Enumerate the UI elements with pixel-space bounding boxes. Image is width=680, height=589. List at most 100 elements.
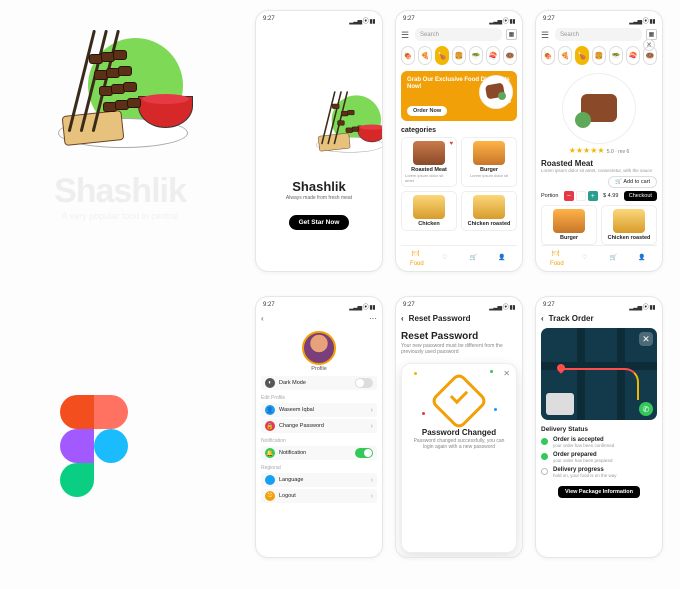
row-language[interactable]: 🌐Language› <box>261 473 377 487</box>
map-close-icon[interactable]: ✕ <box>639 332 653 346</box>
order-now-button[interactable]: Order Now <box>407 106 447 116</box>
chip[interactable]: 🍖 <box>401 46 415 65</box>
screen-home: 9:27▂▃▅ ⦿ ▮▮ ☰ Search ▦ 🍖 🍕 🍗 🍔 🥗 🍣 🍩 Gr… <box>395 10 523 272</box>
chip[interactable]: 🥗 <box>469 46 483 65</box>
tab-profile[interactable]: 👤 <box>638 254 648 264</box>
chevron-icon: › <box>371 407 373 414</box>
category-card[interactable]: BurgerLorem ipsum dolor sit <box>461 137 517 187</box>
row-name[interactable]: 👤Waseem Iqbal› <box>261 403 377 417</box>
tab-profile[interactable]: 👤 <box>498 254 508 264</box>
close-icon[interactable]: ✕ <box>503 369 510 378</box>
back-icon[interactable]: ‹ <box>261 314 264 323</box>
screen-splash: 9:27 ▂▃▅ ⦿ ▮▮ Shashlik Always made from f… <box>255 10 383 272</box>
tab-fav[interactable]: ♡ <box>442 254 452 264</box>
splash-illustration <box>303 85 383 163</box>
rider-thumbnail[interactable] <box>546 393 574 415</box>
ghost-subtitle: A very popular food in central <box>20 211 220 221</box>
portion-label: Portion <box>541 193 558 199</box>
chevron-icon: › <box>371 423 373 430</box>
ghost-title: Shashlik <box>20 172 220 211</box>
product-sub: Lorem ipsum dolor sit amet, consectetur,… <box>541 168 657 173</box>
search-input[interactable]: Search <box>415 28 502 41</box>
row-change-password[interactable]: 🔒Change Password› <box>261 419 377 433</box>
notif-toggle[interactable] <box>355 448 373 458</box>
chip[interactable]: 🍣 <box>486 46 500 65</box>
header-title: Reset Password <box>409 314 471 323</box>
qty-minus[interactable]: − <box>564 191 574 201</box>
get-started-button[interactable]: Get Star Now <box>289 215 350 230</box>
tab-food[interactable]: 🍽Food <box>410 250 424 267</box>
grid-icon[interactable]: ▦ <box>506 29 517 40</box>
suggestion-card[interactable]: Burger <box>541 205 597 245</box>
lock-icon: 🔒 <box>265 421 275 431</box>
globe-icon: 🌐 <box>265 475 275 485</box>
view-package-button[interactable]: View Package Information <box>558 486 640 498</box>
category-card[interactable]: ♥Roasted MeatLorem ipsum dolor sit amet <box>401 137 457 187</box>
chip[interactable]: 🍔 <box>452 46 466 65</box>
more-icon[interactable]: ⋯ <box>369 314 377 323</box>
modal-sub: Password changed successfully, you can l… <box>410 438 508 450</box>
screen-detail: 9:27▂▃▅ ⦿ ▮▮ ☰ Search ▦ 🍖🍕🍗🍔🥗🍣🍩 ✕ ★★★★★ … <box>535 10 663 272</box>
category-chips: 🍖 🍕 🍗 🍔 🥗 🍣 🍩 <box>401 46 517 65</box>
header-title: Track Order <box>549 314 594 323</box>
menu-icon[interactable]: ☰ <box>541 30 551 40</box>
section-edit: Edit Profile <box>261 395 377 401</box>
section-regional: Regional <box>261 465 377 471</box>
qty-value: 1 <box>576 191 586 201</box>
brand-tagline: Always made from fresh meat <box>286 195 352 201</box>
menu-icon[interactable]: ☰ <box>401 30 411 40</box>
step-progress: Delivery progresshold on, your food is o… <box>541 465 657 480</box>
chip[interactable]: 🍩 <box>503 46 517 65</box>
close-button[interactable]: ✕ <box>643 39 655 51</box>
row-logout[interactable]: ⎋Logout› <box>261 489 377 503</box>
avatar-caption: Profile <box>261 366 377 372</box>
heart-icon[interactable]: ♥ <box>449 141 453 147</box>
shashlik-illustration <box>33 18 208 168</box>
category-card[interactable]: Chicken <box>401 191 457 231</box>
success-modal: ✕ Password Changed Password changed succ… <box>401 363 517 553</box>
product-name: Roasted Meat <box>541 159 657 168</box>
delivery-status-title: Delivery Status <box>541 426 657 433</box>
product-image <box>562 73 636 144</box>
brand-title: Shashlik <box>292 179 345 194</box>
screen-track: 9:27▂▃▅ ⦿ ▮▮ ‹Track Order ✕ ✆ Delivery S… <box>535 296 663 558</box>
row-dark-mode[interactable]: ◐Dark Mode <box>261 376 377 390</box>
figma-logo <box>60 395 148 497</box>
chevron-icon: › <box>371 493 373 500</box>
tab-bar: 🍽Food ♡ 🛒 👤 <box>401 245 517 267</box>
checkout-button[interactable]: Checkout <box>624 191 657 201</box>
qty-plus[interactable]: + <box>588 191 598 201</box>
category-card[interactable]: Chicken roasted <box>461 191 517 231</box>
promo-dish-image <box>479 75 513 109</box>
call-button[interactable]: ✆ <box>639 402 653 416</box>
step-accepted: Order is acceptedyour order has been con… <box>541 435 657 450</box>
hero-block: Shashlik A very popular food in central <box>20 18 220 221</box>
user-icon: 👤 <box>265 405 275 415</box>
back-icon[interactable]: ‹ <box>401 314 404 323</box>
chip-active[interactable]: 🍗 <box>435 46 449 65</box>
rating-stars: ★★★★★ 5.0 · rev 6 <box>541 146 657 155</box>
step-prepared: Order preparedyour order has been prepar… <box>541 450 657 465</box>
promo-banner[interactable]: Grab Our Exclusive Food Discounts Now! O… <box>401 71 517 121</box>
search-input[interactable]: Search <box>555 28 642 41</box>
status-time: 9:27 <box>263 16 275 25</box>
section-notif: Notification <box>261 438 377 444</box>
add-to-cart-button[interactable]: 🛒 Add to cart <box>608 176 657 188</box>
map[interactable]: ✕ ✆ <box>541 328 657 420</box>
tab-fav[interactable]: ♡ <box>582 254 592 264</box>
status-icons: ▂▃▅ ⦿ ▮▮ <box>349 16 375 25</box>
reset-title: Reset Password <box>401 331 517 342</box>
suggestion-card[interactable]: Chicken roasted <box>601 205 657 245</box>
back-icon[interactable]: ‹ <box>541 314 544 323</box>
row-notification[interactable]: 🔔Notification <box>261 446 377 460</box>
quantity-stepper: − 1 + <box>564 191 598 201</box>
tab-cart[interactable]: 🛒 <box>470 254 480 264</box>
moon-icon: ◐ <box>265 378 275 388</box>
tab-food[interactable]: 🍽Food <box>550 250 564 267</box>
chip[interactable]: 🍕 <box>418 46 432 65</box>
avatar[interactable] <box>302 331 336 365</box>
logout-icon: ⎋ <box>265 491 275 501</box>
tab-cart[interactable]: 🛒 <box>610 254 620 264</box>
reset-sub: Your new password must be different from… <box>401 343 517 355</box>
dark-toggle[interactable] <box>355 378 373 388</box>
